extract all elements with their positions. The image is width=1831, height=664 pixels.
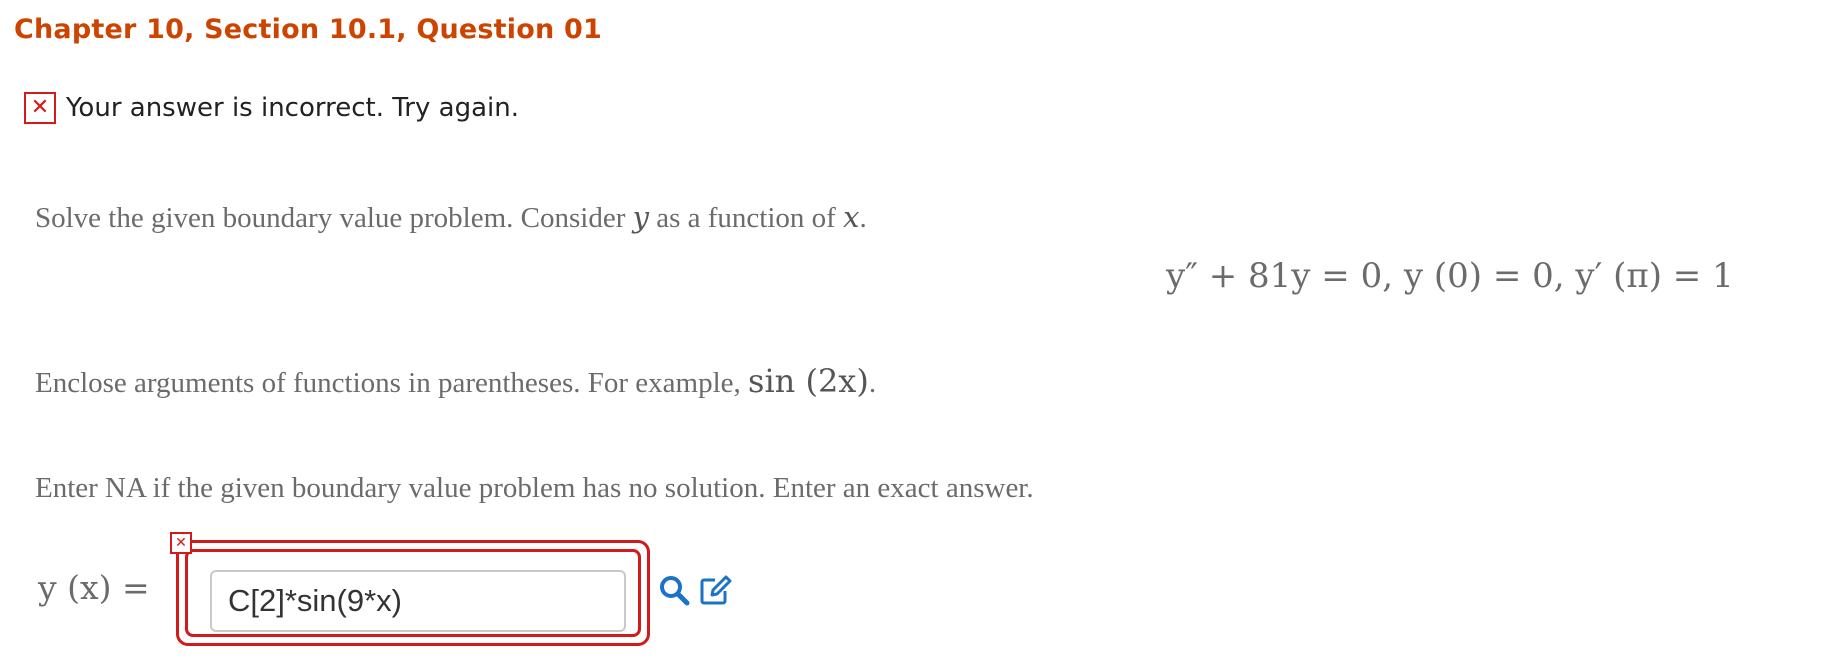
incorrect-x-icon: ✕ (24, 92, 56, 124)
hint-example: sin (2x) (748, 362, 869, 400)
intro-end: . (859, 202, 867, 234)
equation-ode: y″ + 81y = 0, (1166, 256, 1404, 296)
hint-text: Enclose arguments of functions in parent… (35, 367, 749, 399)
intro-var-y: y (632, 200, 649, 234)
intro-var-x: x (843, 200, 860, 234)
answer-input[interactable] (210, 570, 626, 632)
answer-error-frame (176, 540, 650, 646)
equation-bc1: y (0) = 0, (1403, 256, 1576, 296)
equation-editor-button[interactable] (698, 572, 734, 608)
boundary-value-equation: y″ + 81y = 0, y (0) = 0, y′ (π) = 1 (1166, 256, 1734, 296)
intro-text: Solve the given boundary value problem. … (35, 202, 633, 234)
question-instruction: Enter NA if the given boundary value pro… (35, 472, 1034, 504)
question-intro: Solve the given boundary value problem. … (35, 200, 867, 235)
question-title: Chapter 10, Section 10.1, Question 01 (14, 14, 602, 45)
edit-icon (700, 575, 732, 605)
question-hint: Enclose arguments of functions in parent… (35, 362, 876, 400)
answer-label: y (x) = (38, 568, 150, 607)
answer-incorrect-x-icon: ✕ (170, 532, 192, 554)
feedback-text: Your answer is incorrect. Try again. (66, 93, 519, 123)
hint-end: . (868, 367, 877, 399)
intro-mid: as a function of (649, 202, 844, 234)
search-icon (660, 576, 690, 606)
equation-bc2: y′ (π) = 1 (1575, 256, 1734, 296)
feedback-message-row: ✕ Your answer is incorrect. Try again. (24, 92, 519, 124)
answer-error-frame-inner (185, 549, 641, 637)
preview-button[interactable] (656, 572, 692, 608)
